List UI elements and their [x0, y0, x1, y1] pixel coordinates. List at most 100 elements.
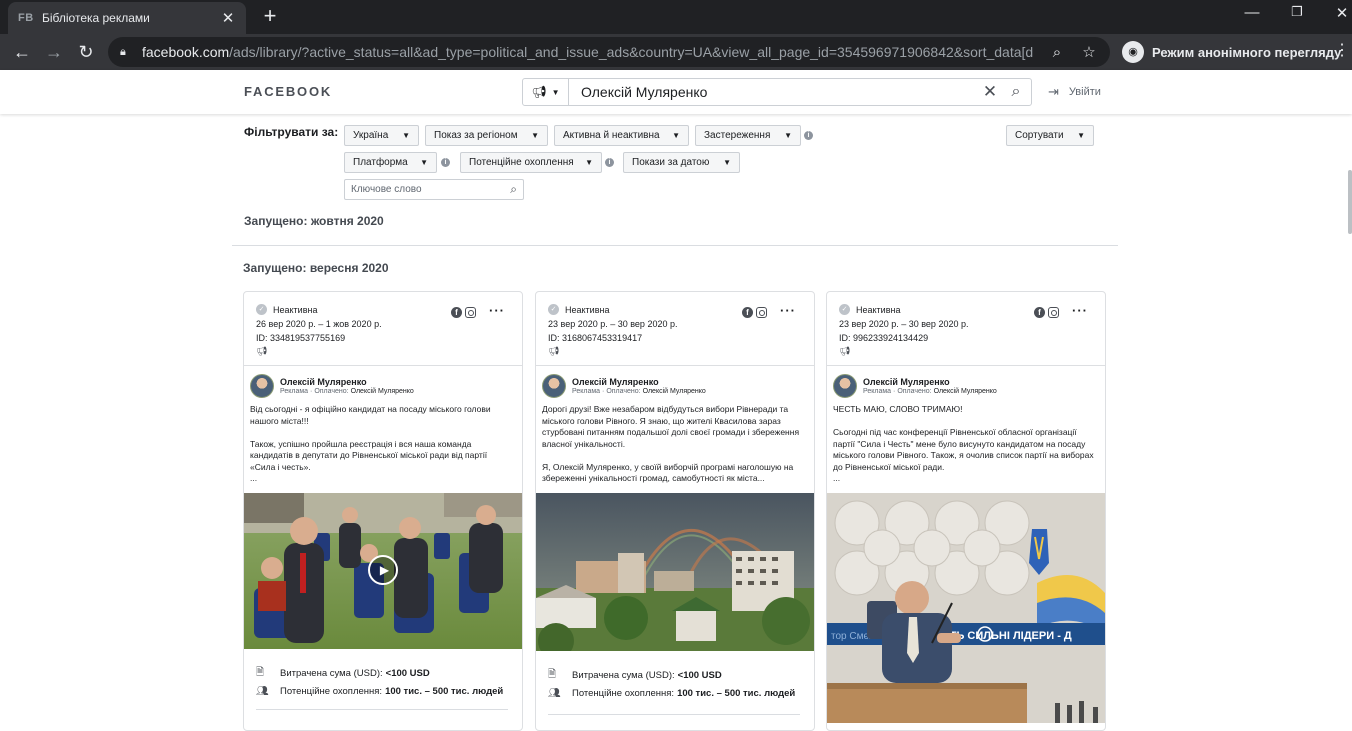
advertiser-name[interactable]: Олексій Муляренко	[863, 377, 997, 387]
incognito-icon: ◉	[1122, 41, 1144, 63]
facebook-icon: f	[742, 307, 753, 318]
chevron-down-icon: ▼	[723, 158, 731, 167]
search-input[interactable]: Олексій Муляренко	[569, 84, 979, 100]
bookmark-star-icon[interactable]: ☆	[1080, 43, 1098, 61]
disclaimer-dropdown[interactable]: Застереження ▼	[695, 125, 801, 146]
advertiser-name[interactable]: Олексій Муляренко	[572, 377, 706, 387]
more-options-icon[interactable]: ···	[1072, 303, 1088, 318]
ad-video[interactable]: ▶	[244, 493, 522, 649]
people-icon: 👥︎	[548, 688, 561, 699]
potential-reach: 👥︎ Потенційне охоплення: 100 тис. – 500 т…	[256, 686, 503, 697]
ad-card-header: ✓ Неактивна 23 вер 2020 р. – 30 вер 2020…	[827, 292, 1105, 366]
play-icon[interactable]: ▶	[368, 555, 398, 585]
browser-toolbar: ← → ↻ 🔒︎ facebook.com/ads/library/?activ…	[0, 34, 1352, 70]
platform-dropdown-label: Платформа	[353, 157, 408, 168]
platform-info-icon[interactable]: i	[441, 158, 450, 167]
ad-dates: 26 вер 2020 р. – 1 жов 2020 р.	[256, 319, 382, 329]
avatar[interactable]	[542, 374, 566, 398]
disclaimer-info-icon[interactable]: i	[804, 131, 813, 140]
browser-tab-bar: FB Бібліотека реклами ✕ + — ❐ ✕	[0, 0, 1352, 34]
tab-title: Бібліотека реклами	[42, 11, 150, 25]
platform-icons: f	[742, 307, 767, 318]
facebook-icon: f	[1034, 307, 1045, 318]
megaphone-icon: 📢︎	[256, 346, 268, 356]
ad-card: ✓ Неактивна 23 вер 2020 р. – 30 вер 2020…	[826, 291, 1106, 731]
spend-value: <100 USD	[677, 670, 722, 681]
forward-arrow-icon[interactable]: →	[42, 40, 66, 64]
reach-value: 100 тис. – 500 тис. людей	[677, 688, 796, 699]
new-tab-icon[interactable]: +	[258, 4, 282, 28]
card-divider	[256, 709, 508, 710]
rainbow-town-photo	[536, 493, 814, 659]
more-options-icon[interactable]: ···	[780, 303, 796, 318]
reach-dropdown[interactable]: Потенційне охоплення ▼	[460, 152, 602, 173]
browser-menu-icon[interactable]: ⋮	[1334, 40, 1350, 60]
potential-reach: 👥︎ Потенційне охоплення: 100 тис. – 500 т…	[548, 688, 795, 699]
paid-by-name: Олексій Муляренко	[350, 387, 414, 395]
conference-speaker-photo: тор Смєн ЧЕСТЬ СИЛЬНІ ЛІДЕРИ - Д	[827, 493, 1105, 723]
sponsored-prefix: Реклама	[572, 387, 601, 395]
status-dropdown-label: Активна й неактивна	[563, 130, 660, 141]
paid-by-name: Олексій Муляренко	[642, 387, 706, 395]
ad-search-box: 📢︎ ▼ Олексій Муляренко ✕ ⌕	[522, 78, 1032, 106]
date-dropdown[interactable]: Покази за датою ▼	[623, 152, 740, 173]
ad-image[interactable]	[536, 493, 814, 659]
filter-by-label: Фільтрувати за:	[244, 125, 339, 139]
inactive-check-icon: ✓	[839, 304, 850, 315]
country-dropdown[interactable]: Україна ▼	[344, 125, 419, 146]
ad-card: ✓ Неактивна 23 вер 2020 р. – 30 вер 2020…	[535, 291, 815, 731]
sort-dropdown[interactable]: Сортувати ▼	[1006, 125, 1094, 146]
chevron-down-icon: ▼	[784, 131, 792, 140]
reach-label: Потенційне охоплення:	[280, 686, 383, 697]
tab-close-icon[interactable]: ✕	[220, 9, 236, 27]
status-dropdown[interactable]: Активна й неактивна ▼	[554, 125, 689, 146]
search-icon[interactable]: ⌕	[1001, 83, 1031, 101]
keyword-search-field[interactable]: Ключове слово ⌕	[344, 179, 524, 200]
region-dropdown-label: Показ за регіоном	[434, 130, 518, 141]
zoom-search-icon[interactable]: ⌕	[1048, 44, 1066, 61]
platform-dropdown[interactable]: Платформа ▼	[344, 152, 437, 173]
incognito-indicator[interactable]: ◉ Режим анонімного перегляду	[1116, 37, 1351, 67]
ad-image[interactable]: тор Смєн ЧЕСТЬ СИЛЬНІ ЛІДЕРИ - Д	[827, 493, 1105, 723]
advertiser-row: Олексій Муляренко Реклама · Оплачено: Ол…	[250, 374, 512, 398]
paid-by-prefix: · Оплачено:	[893, 387, 932, 395]
login-link[interactable]: ⇥ Увійти	[1048, 84, 1101, 100]
chevron-down-icon: ▼	[420, 158, 428, 167]
back-arrow-icon[interactable]: ←	[10, 40, 34, 64]
region-dropdown[interactable]: Показ за регіоном ▼	[425, 125, 548, 146]
more-options-icon[interactable]: ···	[489, 303, 505, 318]
minimize-icon[interactable]: —	[1240, 4, 1264, 21]
instagram-icon	[1048, 307, 1059, 318]
incognito-label: Режим анонімного перегляду	[1152, 44, 1342, 60]
ad-content: Олексій Муляренко Реклама · Оплачено: Ол…	[536, 366, 814, 485]
ad-dates: 23 вер 2020 р. – 30 вер 2020 р.	[548, 319, 678, 329]
reach-info-icon[interactable]: i	[605, 158, 614, 167]
address-bar[interactable]: 🔒︎ facebook.com/ads/library/?active_stat…	[108, 37, 1110, 67]
search-type-dropdown[interactable]: 📢︎ ▼	[523, 79, 569, 105]
ad-body-text: ЧЕСТЬ МАЮ, СЛОВО ТРИМАЮ! Сьогодні під ча…	[833, 404, 1094, 483]
reach-dropdown-label: Потенційне охоплення	[469, 157, 574, 168]
spend-value: <100 USD	[385, 668, 430, 679]
date-dropdown-label: Покази за датою	[632, 157, 710, 168]
restore-icon[interactable]: ❐	[1285, 4, 1309, 20]
megaphone-icon: 📢︎	[531, 85, 547, 99]
page-scrollbar[interactable]	[1348, 170, 1352, 234]
platform-icons: f	[451, 307, 476, 318]
card-divider	[548, 714, 800, 715]
inactive-check-icon: ✓	[256, 304, 267, 315]
disclaimer-dropdown-label: Застереження	[704, 130, 771, 141]
reach-label: Потенційне охоплення:	[572, 688, 675, 699]
avatar[interactable]	[833, 374, 857, 398]
browser-tab[interactable]: FB Бібліотека реклами ✕	[8, 2, 246, 34]
ad-status-label: Неактивна	[565, 304, 610, 315]
window-close-icon[interactable]: ✕	[1330, 4, 1352, 22]
clear-search-icon[interactable]: ✕	[979, 82, 1001, 102]
avatar[interactable]	[250, 374, 274, 398]
fb-header: FACEBOOK 📢︎ ▼ Олексій Муляренко ✕ ⌕ ⇥ Ув…	[0, 70, 1352, 114]
facebook-logo[interactable]: FACEBOOK	[244, 84, 332, 99]
advertiser-name[interactable]: Олексій Муляренко	[280, 377, 414, 387]
reload-icon[interactable]: ↻	[74, 40, 98, 64]
search-icon[interactable]: ⌕	[510, 182, 517, 197]
tab-favicon-icon: FB	[18, 12, 34, 24]
platform-icons: f	[1034, 307, 1059, 318]
